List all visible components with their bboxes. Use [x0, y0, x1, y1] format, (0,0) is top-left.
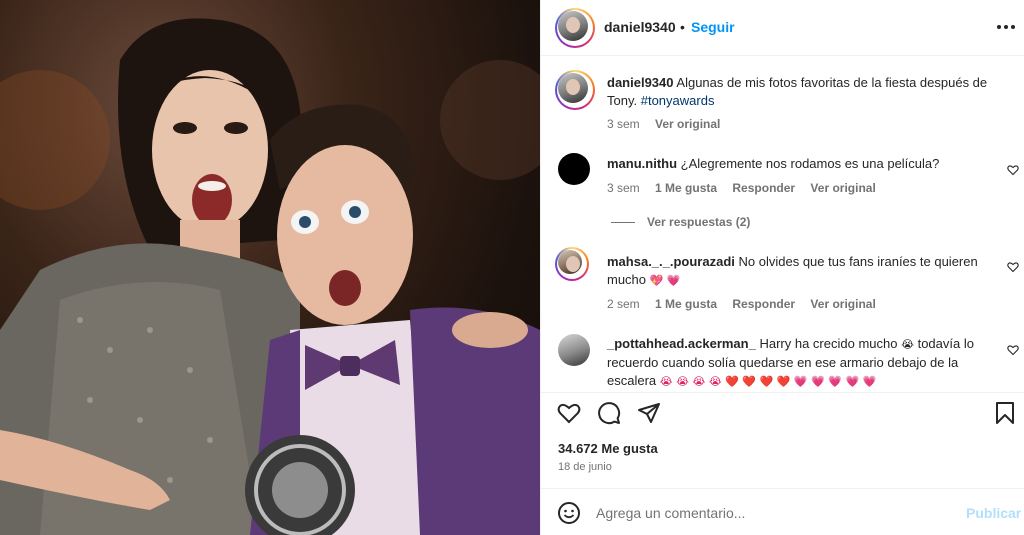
comments-section: daniel9340 Algunas de mis fotos favorita…: [541, 57, 1024, 391]
caption-text: daniel9340 Algunas de mis fotos favorita…: [607, 74, 997, 110]
comment-avatar[interactable]: [558, 153, 590, 185]
emoji-icon[interactable]: [557, 501, 581, 525]
comment-translate-link[interactable]: Ver original: [810, 181, 875, 195]
comment-text: manu.nithu ¿Alegremente nos rodamos es u…: [607, 155, 987, 173]
comment-body: ¿Alegremente nos rodamos es una película…: [680, 156, 940, 171]
follow-button[interactable]: Seguir: [691, 19, 735, 35]
author-avatar[interactable]: [555, 8, 595, 48]
view-replies[interactable]: Ver respuestas (2): [611, 215, 750, 229]
comment-like-icon[interactable]: [1007, 261, 1019, 273]
comment-avatar[interactable]: [555, 247, 589, 281]
view-replies-line: [611, 222, 635, 224]
post-header: daniel9340 • Seguir: [541, 0, 1024, 56]
bookmark-icon[interactable]: [993, 401, 1017, 425]
author-username[interactable]: daniel9340: [604, 19, 676, 35]
photo-illustration: [0, 18, 540, 535]
comment-emoji: 💖 💗: [649, 274, 681, 287]
caption-translate-link[interactable]: Ver original: [655, 117, 720, 131]
like-count[interactable]: 34.672 Me gusta: [558, 441, 658, 456]
reply-button[interactable]: Responder: [732, 181, 795, 195]
comment-like-icon[interactable]: [1007, 164, 1019, 176]
post-photo[interactable]: [0, 0, 540, 535]
comment-meta: 3 sem 1 Me gusta Responder Ver original: [607, 181, 888, 195]
comment-time: 2 sem: [607, 297, 640, 311]
caption-meta: 3 sem Ver original: [607, 117, 732, 131]
comment-icon[interactable]: [597, 401, 621, 425]
caption-time: 3 sem: [607, 117, 640, 131]
comment-composer: Publicar: [541, 488, 1024, 535]
post-panel: daniel9340 • Seguir daniel9340 Algunas d…: [540, 0, 1024, 535]
share-icon[interactable]: [637, 401, 661, 425]
caption-username[interactable]: daniel9340: [607, 75, 674, 90]
comment-meta: 2 sem 1 Me gusta Responder Ver original: [607, 297, 888, 311]
comment-input[interactable]: [596, 501, 956, 525]
comment-translate-link[interactable]: Ver original: [810, 297, 875, 311]
caption-hashtag[interactable]: #tonyawards: [641, 93, 715, 108]
caption-avatar[interactable]: [555, 70, 595, 110]
action-bar: 34.672 Me gusta 18 de junio: [541, 392, 1024, 488]
comment-likes[interactable]: 1 Me gusta: [655, 181, 717, 195]
comment-text: _pottahhead.ackerman_ Harry ha crecido m…: [607, 335, 989, 391]
comment-time: 3 sem: [607, 181, 640, 195]
comment-likes[interactable]: 1 Me gusta: [655, 297, 717, 311]
post-view: daniel9340 • Seguir daniel9340 Algunas d…: [0, 0, 1024, 535]
comment-body: Harry ha crecido mucho: [759, 336, 898, 351]
comment-username[interactable]: _pottahhead.ackerman_: [607, 336, 756, 351]
more-icon[interactable]: [994, 17, 1018, 37]
header-separator: •: [680, 19, 685, 35]
comment-text: mahsa._._.pourazadi No olvides que tus f…: [607, 253, 989, 290]
comment-avatar[interactable]: [558, 334, 590, 366]
comment-like-icon[interactable]: [1007, 344, 1019, 356]
heart-icon[interactable]: [557, 401, 581, 425]
publish-button[interactable]: Publicar: [966, 505, 1021, 521]
comment-emoji-row: 😭 😭 😭 😭 ❤️ ❤️ ❤️ ❤️ 💗 💗 💗 💗 💗: [659, 375, 877, 388]
post-date: 18 de junio: [558, 461, 612, 473]
comment-username[interactable]: mahsa._._.pourazadi: [607, 254, 735, 269]
reply-button[interactable]: Responder: [732, 297, 795, 311]
view-replies-label[interactable]: Ver respuestas (2): [647, 215, 750, 229]
comment-username[interactable]: manu.nithu: [607, 156, 677, 171]
comment-emoji: 😭: [901, 338, 914, 351]
